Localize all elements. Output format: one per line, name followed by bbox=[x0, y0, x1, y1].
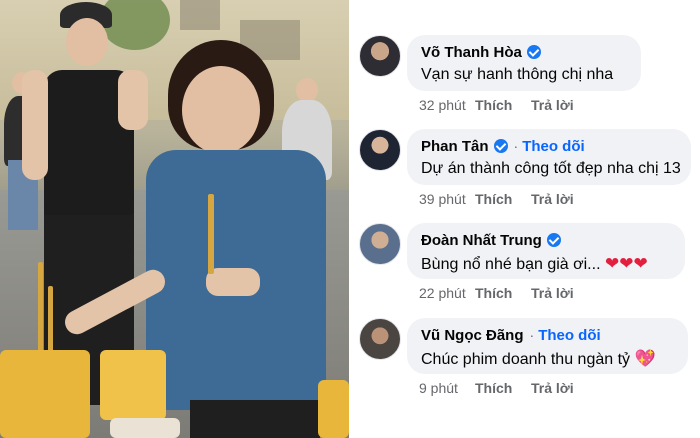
sparkling-heart-emoji: 💖 bbox=[634, 349, 656, 368]
comment-text-body: Chúc phim doanh thu ngàn tỷ bbox=[421, 351, 631, 368]
avatar[interactable] bbox=[359, 35, 401, 77]
follow-button[interactable]: Theo dõi bbox=[522, 138, 585, 155]
like-button[interactable]: Thích bbox=[475, 191, 531, 207]
like-button[interactable]: Thích bbox=[475, 285, 531, 301]
woman-pants bbox=[190, 400, 320, 438]
reply-button[interactable]: Trả lời bbox=[531, 191, 574, 207]
commenter-name[interactable]: Võ Thanh Hòa bbox=[421, 44, 522, 61]
woman-face bbox=[182, 66, 260, 154]
verified-badge-icon bbox=[493, 139, 508, 153]
commenter-name[interactable]: Đoàn Nhất Trung bbox=[421, 232, 542, 249]
golden-offering bbox=[318, 380, 349, 438]
commenter-name[interactable]: Vũ Ngọc Đãng bbox=[421, 327, 524, 344]
commenter-name[interactable]: Phan Tân bbox=[421, 138, 489, 155]
avatar[interactable] bbox=[359, 129, 401, 171]
reply-button[interactable]: Trả lời bbox=[531, 97, 574, 113]
comment-time[interactable]: 22 phút bbox=[419, 285, 475, 301]
comment-text: Chúc phim doanh thu ngàn tỷ 💖 bbox=[421, 349, 674, 369]
like-button[interactable]: Thích bbox=[475, 380, 531, 396]
verified-badge-icon bbox=[526, 45, 541, 59]
comment-bubble: Phan Tân · Theo dõi Dự án thành công tốt… bbox=[407, 129, 691, 185]
like-button[interactable]: Thích bbox=[475, 97, 531, 113]
window bbox=[180, 0, 220, 30]
separator-dot: · bbox=[513, 138, 519, 154]
red-heart-emoji: ❤❤❤ bbox=[604, 254, 648, 273]
comment-time[interactable]: 9 phút bbox=[419, 380, 475, 396]
reply-button[interactable]: Trả lời bbox=[531, 380, 574, 396]
comment-text: Bùng nổ nhé bạn già ơi... ❤❤❤ bbox=[421, 254, 671, 274]
comment-bubble: Vũ Ngọc Đãng · Theo dõi Chúc phim doanh … bbox=[407, 318, 688, 374]
comment-time[interactable]: 39 phút bbox=[419, 191, 475, 207]
man-arm bbox=[118, 70, 148, 130]
incense-stick bbox=[38, 262, 43, 362]
separator-dot: · bbox=[529, 327, 535, 343]
comment-bubble: Võ Thanh Hòa Vạn sự hanh thông chị nha bbox=[407, 35, 641, 91]
man-arm bbox=[22, 70, 48, 180]
avatar[interactable] bbox=[359, 223, 401, 265]
woman-hand bbox=[206, 268, 260, 296]
comment-text: Dự án thành công tốt đẹp nha chị 13 bbox=[421, 160, 681, 177]
offering-cups bbox=[110, 418, 180, 438]
avatar[interactable] bbox=[359, 318, 401, 360]
comment-bubble: Đoàn Nhất Trung Bùng nổ nhé bạn già ơi..… bbox=[407, 223, 685, 279]
incense-stick bbox=[208, 194, 214, 274]
event-photo bbox=[0, 0, 349, 438]
comment-text: Vạn sự hanh thông chị nha bbox=[421, 66, 614, 83]
comment-text-body: Bùng nổ nhé bạn già ơi... bbox=[421, 256, 601, 273]
altar-offerings bbox=[0, 350, 90, 438]
comments-panel: Võ Thanh Hòa Vạn sự hanh thông chị nha 3… bbox=[349, 0, 700, 438]
man-head bbox=[66, 18, 108, 66]
golden-offering bbox=[100, 350, 166, 420]
bystander-head bbox=[296, 78, 318, 102]
verified-badge-icon bbox=[546, 233, 561, 247]
comment-time[interactable]: 32 phút bbox=[419, 97, 475, 113]
reply-button[interactable]: Trả lời bbox=[531, 285, 574, 301]
follow-button[interactable]: Theo dõi bbox=[538, 327, 601, 344]
